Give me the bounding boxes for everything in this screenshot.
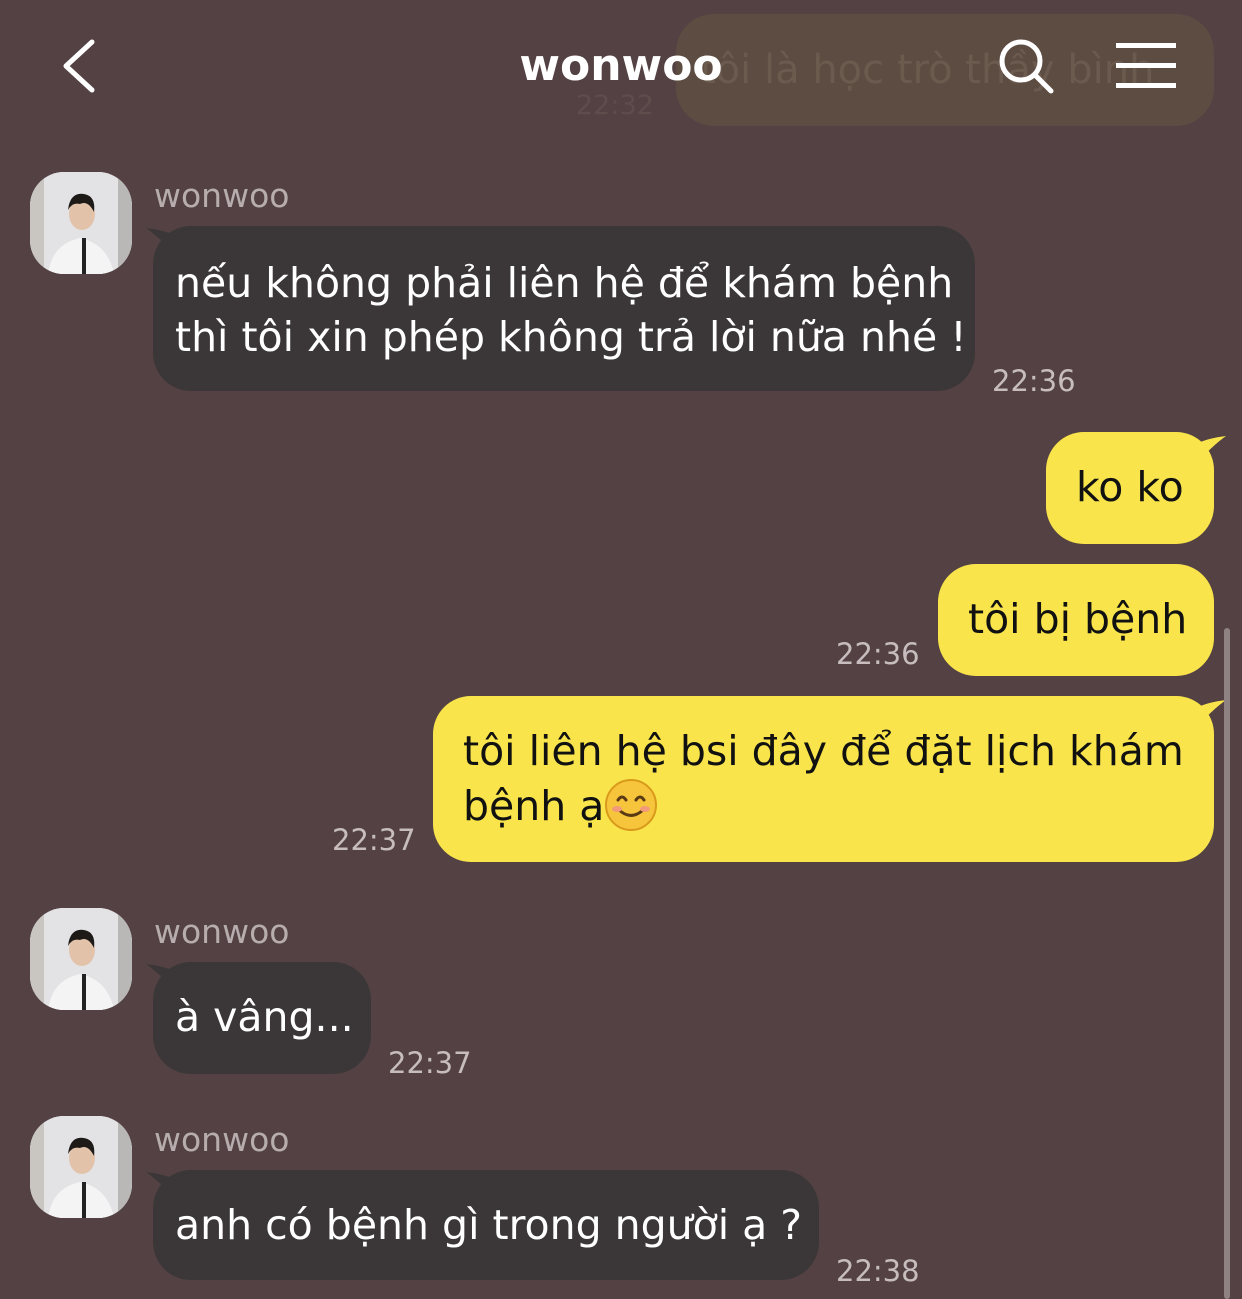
avatar[interactable] xyxy=(30,172,132,274)
search-icon[interactable] xyxy=(996,36,1056,96)
incoming-message-bubble[interactable]: anh có bệnh gì trong người ạ ? xyxy=(153,1170,819,1280)
message-line: thì tôi xin phép không trả lời nữa nhé ! xyxy=(175,313,967,361)
message-text: à vâng... xyxy=(175,993,354,1041)
smiling-face-emoji xyxy=(604,778,658,845)
avatar[interactable] xyxy=(30,1116,132,1218)
outgoing-message-bubble[interactable]: tôi liên hệ bsi đây để đặt lịch khám bện… xyxy=(433,696,1214,862)
bubble-tail xyxy=(1196,698,1226,728)
message-text: anh có bệnh gì trong người ạ ? xyxy=(175,1201,803,1249)
message-time: 22:36 xyxy=(992,364,1076,398)
message-time: 22:36 xyxy=(836,637,920,671)
message-text: ko ko xyxy=(1076,463,1184,511)
menu-icon[interactable] xyxy=(1114,40,1178,92)
avatar[interactable] xyxy=(30,908,132,1010)
scrollbar[interactable] xyxy=(1224,628,1230,1299)
outgoing-message-bubble[interactable]: ko ko xyxy=(1046,432,1214,544)
sender-name: wonwoo xyxy=(154,1120,290,1159)
message-time: 22:37 xyxy=(388,1046,472,1080)
message-text: tôi bị bệnh xyxy=(968,595,1188,643)
incoming-message-bubble[interactable]: à vâng... xyxy=(153,962,371,1074)
message-time: 22:37 xyxy=(332,823,416,857)
message-line: tôi liên hệ bsi đây để đặt lịch khám xyxy=(463,727,1184,775)
outgoing-message-bubble[interactable]: tôi bị bệnh xyxy=(938,564,1214,676)
message-line: nếu không phải liên hệ để khám bệnh xyxy=(175,259,954,307)
bubble-tail xyxy=(1196,434,1226,464)
message-time: 22:38 xyxy=(836,1254,920,1288)
incoming-message-bubble[interactable]: nếu không phải liên hệ để khám bệnh thì … xyxy=(153,226,975,391)
sender-name: wonwoo xyxy=(154,912,290,951)
sender-name: wonwoo xyxy=(154,176,290,215)
ghost-message-time: 22:32 xyxy=(576,90,654,121)
message-line: bệnh ạ xyxy=(463,782,605,830)
